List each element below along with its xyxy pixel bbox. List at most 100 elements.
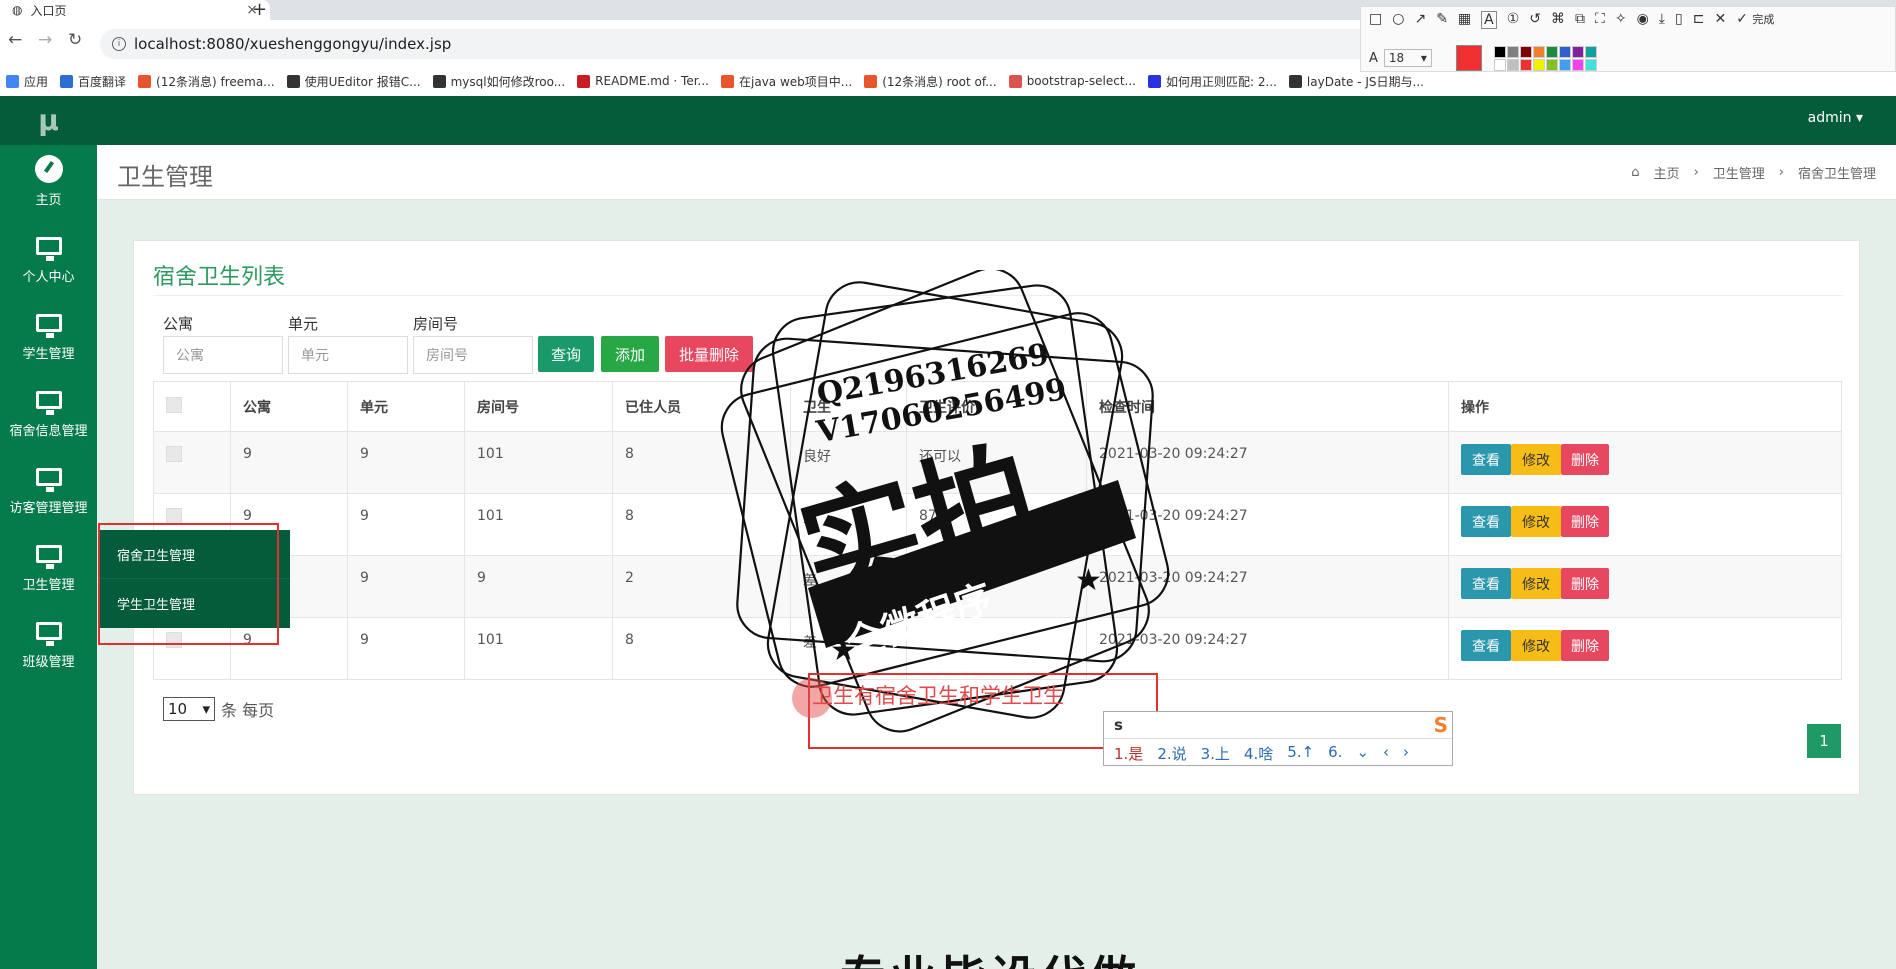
phone-icon[interactable]: ▯ [1675,11,1683,29]
done-button[interactable]: ✓ 完成 [1736,11,1774,29]
ellipse-tool-icon[interactable]: ○ [1392,11,1404,29]
row-checkbox[interactable] [166,508,182,524]
delete-button[interactable]: 删除 [1561,568,1609,599]
page-size-select[interactable]: 10 ▾ [163,697,215,721]
pen-tool-icon[interactable]: ✎ [1436,11,1448,29]
color-swatch[interactable] [1584,58,1597,71]
sidebar-item[interactable]: 访客管理管理 [0,453,97,529]
forward-icon[interactable]: → [38,30,52,50]
view-button[interactable]: 查看 [1461,444,1511,475]
ime-candidate[interactable]: 4.啥 [1244,743,1273,764]
color-swatch[interactable] [1571,45,1584,58]
color-swatch[interactable] [1519,58,1532,71]
breadcrumb-parent[interactable]: 卫生管理 [1713,163,1765,182]
color-swatch[interactable] [1558,45,1571,58]
sidebar-item[interactable]: 主页 [0,145,97,221]
sidebar-item[interactable]: 宿舍信息管理 [0,376,97,452]
ime-candidate[interactable]: 5.↑ [1287,743,1314,764]
bookmark-item[interactable]: 使用UEditor 报错C... [286,73,421,90]
font-size-select[interactable]: 18 ▾ [1383,49,1432,67]
breadcrumb-home[interactable]: 主页 [1654,163,1680,182]
bookmark-icon[interactable]: ⊏ [1693,11,1705,29]
add-button[interactable]: 添加 [601,336,659,372]
edit-button[interactable]: 修改 [1511,444,1561,475]
ime-candidate[interactable]: 2.说 [1157,743,1186,764]
pagination-page-1[interactable]: 1 [1807,724,1841,758]
color-swatch[interactable] [1532,58,1545,71]
bookmark-label: mysql如何修改roo... [450,74,566,89]
color-swatch[interactable] [1506,58,1519,71]
mosaic-tool-icon[interactable]: ▦ [1458,11,1471,29]
gongyu-input[interactable]: 公寓 [163,336,283,374]
bookmark-item[interactable]: (12条消息) freema... [138,73,275,90]
undo-icon[interactable]: ↺ [1529,11,1541,29]
ime-logo-icon: S [1433,713,1448,737]
edit-button[interactable]: 修改 [1511,630,1561,661]
bookmark-item[interactable]: README.md · Ter... [577,74,709,88]
bookmark-item[interactable]: mysql如何修改roo... [432,73,566,90]
reload-icon[interactable]: ↻ [68,30,82,50]
sidebar-item-label: 访客管理管理 [9,501,88,516]
delete-button[interactable]: 删除 [1561,630,1609,661]
row-checkbox[interactable] [166,446,182,462]
user-menu[interactable]: admin ▾ [1808,110,1863,126]
view-button[interactable]: 查看 [1461,568,1511,599]
color-swatch[interactable] [1493,58,1506,71]
favicon-icon [721,74,734,88]
color-swatch[interactable] [1506,45,1519,58]
bookmark-item[interactable]: 在java web项目中... [721,73,852,90]
color-swatch[interactable] [1532,45,1545,58]
pin-icon[interactable]: ⌘ [1551,11,1565,29]
color-swatch[interactable] [1545,58,1558,71]
new-tab-icon[interactable]: + [252,0,267,20]
globe-icon: ◍ [12,3,23,17]
edit-button[interactable]: 修改 [1511,568,1561,599]
bookmark-item[interactable]: (12条消息) root of... [864,73,997,90]
info-icon[interactable]: i [112,37,126,51]
ime-candidate[interactable]: › [1403,743,1409,764]
view-button[interactable]: 查看 [1461,630,1511,661]
record-icon[interactable]: ◉ [1637,11,1649,29]
color-swatch[interactable] [1584,45,1597,58]
ime-candidate[interactable]: ‹ [1383,743,1389,764]
danyuan-input[interactable]: 单元 [288,336,408,374]
current-color-swatch[interactable] [1455,45,1482,71]
back-icon[interactable]: ← [8,30,22,50]
color-swatch[interactable] [1493,45,1506,58]
bookmark-item[interactable]: 如何用正则匹配: 2... [1147,73,1277,90]
delete-button[interactable]: 删除 [1561,506,1609,537]
translate-icon[interactable]: ⧉ [1575,11,1585,29]
text-tool-icon[interactable]: A [1481,11,1497,29]
ime-candidate[interactable]: 6. [1328,743,1342,764]
browser-tab[interactable]: ◍ 入口页 × [0,0,270,20]
bookmark-item[interactable]: 百度翻译 [60,73,126,90]
edit-button[interactable]: 修改 [1511,506,1561,537]
sidebar-item[interactable]: 学生管理 [0,299,97,375]
fangjian-input[interactable]: 房间号 [413,336,533,374]
sidebar-item[interactable]: 班级管理 [0,607,97,683]
ime-candidate[interactable]: ⌄ [1356,743,1369,764]
bookmark-item[interactable]: 应用 [6,73,48,90]
color-swatch[interactable] [1558,58,1571,71]
view-button[interactable]: 查看 [1461,506,1511,537]
number-tool-icon[interactable]: ① [1507,11,1520,29]
sidebar-item[interactable]: 个人中心 [0,222,97,298]
close-icon[interactable]: ✕ [1714,11,1726,29]
query-button[interactable]: 查询 [538,336,594,372]
select-all-checkbox[interactable] [166,396,182,413]
delete-button[interactable]: 删除 [1561,444,1609,475]
breadcrumb-current: 宿舍卫生管理 [1797,167,1876,182]
ime-candidate[interactable]: 1.是 [1114,743,1143,764]
color-swatch[interactable] [1571,58,1584,71]
magic-icon[interactable]: ✧ [1615,11,1627,29]
ime-candidate[interactable]: 3.上 [1201,743,1230,764]
bookmark-item[interactable]: bootstrap-select... [1008,74,1136,88]
bookmark-item[interactable]: layDate - JS日期与... [1288,73,1424,90]
rectangle-tool-icon[interactable]: □ [1369,11,1382,29]
color-swatch[interactable] [1519,45,1532,58]
sidebar-item[interactable]: 卫生管理 [0,530,97,606]
download-icon[interactable]: ⤓ [1659,11,1665,29]
arrow-tool-icon[interactable]: ↗ [1414,11,1426,29]
color-swatch[interactable] [1545,45,1558,58]
ocr-icon[interactable]: ⛶ [1595,11,1605,29]
